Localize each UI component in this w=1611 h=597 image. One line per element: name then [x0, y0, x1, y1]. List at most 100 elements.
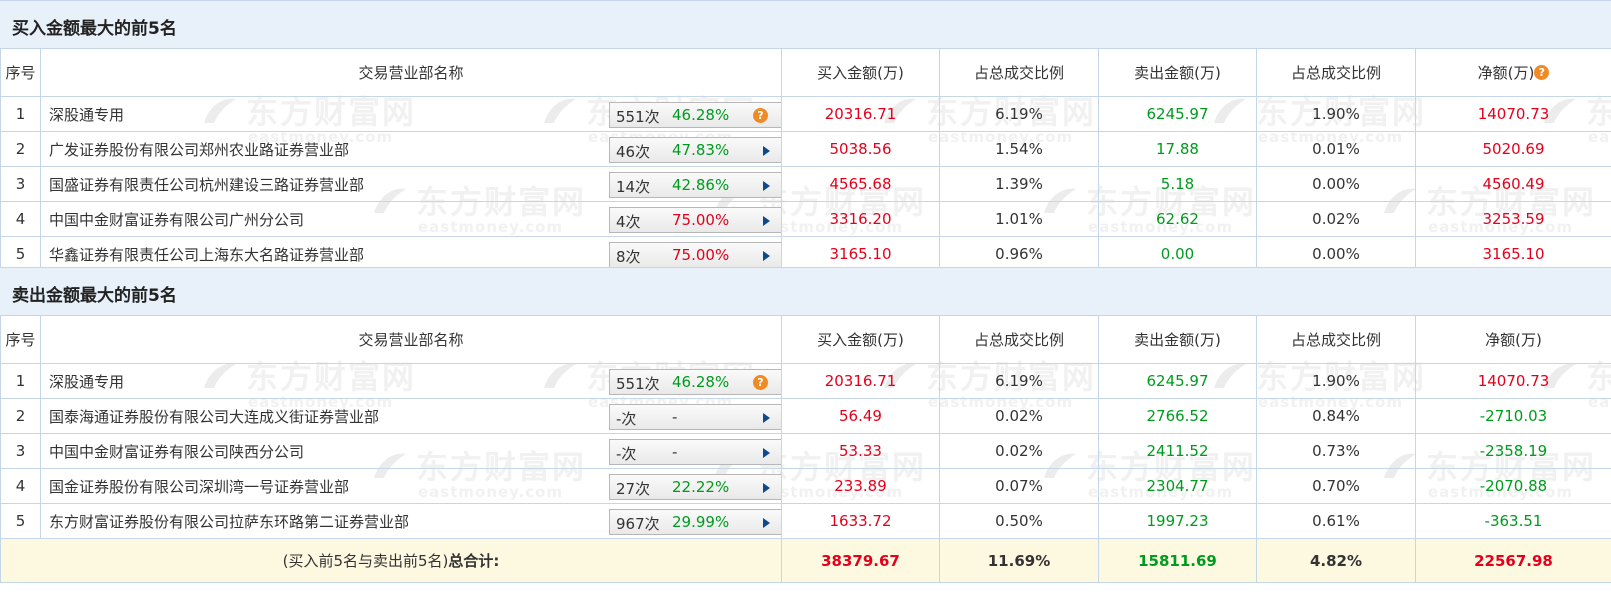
arrow-right-icon[interactable]: [763, 483, 770, 493]
buy-amount-cell: 5038.56: [781, 131, 940, 167]
broker-name-link[interactable]: 国金证券股份有限公司深圳湾一号证券营业部: [49, 478, 349, 496]
broker-cell: 深股通专用 551次 46.28%?: [40, 363, 782, 399]
net-amount-cell: 14070.73: [1415, 363, 1611, 399]
table-row: 2 广发证券股份有限公司郑州农业路证券营业部 46次 47.83% 5038.56 1.5…: [0, 131, 1611, 167]
broker-name-link[interactable]: 国盛证券有限责任公司杭州建设三路证券营业部: [49, 176, 364, 194]
broker-stats-button[interactable]: 4次 75.00%: [609, 207, 781, 233]
listing-count: 27次: [616, 480, 651, 498]
broker-name-link[interactable]: 中国中金财富证券有限公司广州分公司: [49, 211, 304, 229]
net-amount-cell: 5020.69: [1415, 131, 1611, 167]
broker-stats-button[interactable]: 27次 22.22%: [609, 474, 781, 500]
win-rate: -: [672, 408, 678, 426]
arrow-right-icon[interactable]: [763, 448, 770, 458]
table-row: 4 国金证券股份有限公司深圳湾一号证券营业部 27次 22.22% 233.89 0.07…: [0, 468, 1611, 504]
arrow-right-icon[interactable]: [763, 413, 770, 423]
table-row: 1 深股通专用 551次 46.28%? 20316.71 6.19% 6245.97 1.9…: [0, 363, 1611, 399]
buy-pct-cell: 6.19%: [939, 96, 1099, 132]
broker-stats-button[interactable]: 46次 47.83%: [609, 137, 781, 163]
broker-stats-button[interactable]: 14次 42.86%: [609, 172, 781, 198]
total-buy: 38379.67: [781, 538, 940, 583]
broker-stats-button[interactable]: 551次 46.28%?: [609, 102, 781, 128]
broker-cell: 国泰海通证券股份有限公司大连成义街证券营业部 -次 -: [40, 398, 782, 434]
broker-name-link[interactable]: 东方财富证券股份有限公司拉萨东环路第二证券营业部: [49, 513, 409, 531]
table-row: 4 中国中金财富证券有限公司广州分公司 4次 75.00% 3316.20 1.01% 62…: [0, 201, 1611, 237]
win-rate: 29.99%: [672, 513, 730, 531]
buy-amount-cell: 3316.20: [781, 201, 940, 237]
question-icon[interactable]: ?: [753, 108, 768, 123]
buy-pct-cell: 1.01%: [939, 201, 1099, 237]
buy-table: 序号 交易营业部名称 买入金额(万) 占总成交比例 卖出金额(万) 占总成交比例…: [0, 48, 1611, 272]
arrow-right-icon[interactable]: [763, 146, 770, 156]
buy-pct-cell: 6.19%: [939, 363, 1099, 399]
broker-cell: 深股通专用 551次 46.28%?: [40, 96, 782, 132]
net-help-icon[interactable]: ?: [1534, 65, 1550, 80]
broker-stats-button[interactable]: -次 -: [609, 439, 781, 465]
col-net: 净额(万)?: [1415, 48, 1611, 97]
rank-cell: 5: [0, 503, 41, 539]
net-amount-cell: -363.51: [1415, 503, 1611, 539]
listing-count: 14次: [616, 178, 651, 196]
total-buy-pct: 11.69%: [939, 538, 1099, 583]
buy-pct-cell: 0.07%: [939, 468, 1099, 504]
net-amount-cell: -2358.19: [1415, 433, 1611, 469]
broker-cell: 中国中金财富证券有限公司广州分公司 4次 75.00%: [40, 201, 782, 237]
broker-name-link[interactable]: 深股通专用: [49, 373, 124, 391]
broker-stats-button[interactable]: 551次 46.28%?: [609, 369, 781, 395]
broker-name-link[interactable]: 中国中金财富证券有限公司陕西分公司: [49, 443, 304, 461]
broker-cell: 国金证券股份有限公司深圳湾一号证券营业部 27次 22.22%: [40, 468, 782, 504]
table-row: 3 中国中金财富证券有限公司陕西分公司 -次 - 53.33 0.02% 2411.52 0.…: [0, 433, 1611, 469]
win-rate: 47.83%: [672, 141, 730, 159]
col-buy-amount: 买入金额(万): [781, 48, 940, 97]
listing-count: 551次: [616, 375, 660, 393]
broker-cell: 国盛证券有限责任公司杭州建设三路证券营业部 14次 42.86%: [40, 166, 782, 202]
broker-name-link[interactable]: 华鑫证券有限责任公司上海东大名路证券营业部: [49, 246, 364, 264]
rank-cell: 1: [0, 363, 41, 399]
broker-stats-button[interactable]: 8次 75.00%: [609, 242, 781, 268]
total-label: (买入前5名与卖出前5名)总合计:: [0, 538, 782, 583]
col-sell-pct: 占总成交比例: [1256, 315, 1416, 364]
rank-cell: 4: [0, 201, 41, 237]
listing-count: 551次: [616, 108, 660, 126]
arrow-right-icon[interactable]: [763, 251, 770, 261]
sell-amount-cell: 62.62: [1098, 201, 1257, 237]
broker-stats-button[interactable]: 967次 29.99%: [609, 509, 781, 535]
sell-amount-cell: 2411.52: [1098, 433, 1257, 469]
arrow-right-icon[interactable]: [763, 518, 770, 528]
col-broker-name: 交易营业部名称: [40, 48, 782, 97]
listing-count: 4次: [616, 213, 641, 231]
arrow-right-icon[interactable]: [763, 181, 770, 191]
win-rate: -: [672, 443, 678, 461]
broker-name-link[interactable]: 广发证券股份有限公司郑州农业路证券营业部: [49, 141, 349, 159]
buy-pct-cell: 1.39%: [939, 166, 1099, 202]
buy-amount-cell: 1633.72: [781, 503, 940, 539]
broker-cell: 广发证券股份有限公司郑州农业路证券营业部 46次 47.83%: [40, 131, 782, 167]
col-sell-amount: 卖出金额(万): [1098, 315, 1257, 364]
sell-amount-cell: 6245.97: [1098, 363, 1257, 399]
rank-cell: 2: [0, 398, 41, 434]
buy-amount-cell: 4565.68: [781, 166, 940, 202]
broker-name-link[interactable]: 国泰海通证券股份有限公司大连成义街证券营业部: [49, 408, 379, 426]
sell-pct-cell: 0.01%: [1256, 131, 1416, 167]
buy-amount-cell: 53.33: [781, 433, 940, 469]
broker-name-link[interactable]: 深股通专用: [49, 106, 124, 124]
rank-cell: 2: [0, 131, 41, 167]
broker-stats-button[interactable]: -次 -: [609, 404, 781, 430]
table-row: 2 国泰海通证券股份有限公司大连成义街证券营业部 -次 - 56.49 0.02% 2766…: [0, 398, 1611, 434]
table-row: 3 国盛证券有限责任公司杭州建设三路证券营业部 14次 42.86% 4565.68 1.…: [0, 166, 1611, 202]
rank-cell: 3: [0, 166, 41, 202]
win-rate: 75.00%: [672, 246, 730, 264]
sell-pct-cell: 0.00%: [1256, 166, 1416, 202]
sell-table: 序号 交易营业部名称 买入金额(万) 占总成交比例 卖出金额(万) 占总成交比例…: [0, 315, 1611, 583]
net-amount-cell: 14070.73: [1415, 96, 1611, 132]
listing-count: -次: [616, 410, 637, 428]
question-icon[interactable]: ?: [753, 375, 768, 390]
sell-pct-cell: 0.70%: [1256, 468, 1416, 504]
buy-amount-cell: 20316.71: [781, 96, 940, 132]
sell-amount-cell: 5.18: [1098, 166, 1257, 202]
sell-pct-cell: 0.73%: [1256, 433, 1416, 469]
sell-amount-cell: 6245.97: [1098, 96, 1257, 132]
arrow-right-icon[interactable]: [763, 216, 770, 226]
table-row: 1 深股通专用 551次 46.28%? 20316.71 6.19% 6245.97 1.9…: [0, 96, 1611, 132]
col-buy-amount: 买入金额(万): [781, 315, 940, 364]
col-rank: 序号: [0, 315, 41, 364]
